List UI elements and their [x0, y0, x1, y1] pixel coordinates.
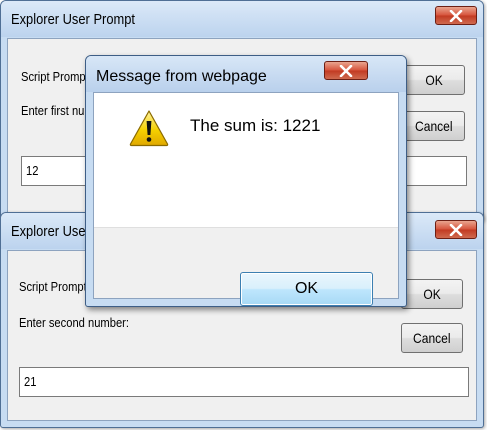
close-button[interactable]: [435, 6, 477, 25]
message-text: The sum is: 1221: [190, 116, 321, 135]
warning-icon: [129, 110, 169, 147]
ok-button[interactable]: OK: [401, 279, 463, 309]
cancel-button[interactable]: Cancel: [403, 111, 465, 141]
prompt-instruction: Enter first num: [21, 103, 94, 118]
second-number-input[interactable]: 21: [19, 367, 469, 397]
close-button[interactable]: [324, 61, 368, 80]
close-icon: [339, 64, 353, 77]
script-prompt-label: Script Prompt:: [19, 279, 90, 294]
ok-button[interactable]: OK: [403, 65, 465, 95]
cancel-button[interactable]: Cancel: [401, 323, 463, 353]
close-icon: [449, 223, 463, 236]
prompt-instruction: Enter second number:: [19, 315, 129, 330]
script-prompt-label: Script Prompt:: [21, 69, 92, 84]
message-dialog: Message from webpage The sum is: 1221 OK: [85, 55, 407, 307]
ok-button[interactable]: OK: [240, 272, 373, 306]
close-button[interactable]: [435, 220, 477, 239]
close-icon: [449, 9, 463, 22]
message-title: Message from webpage: [96, 68, 267, 85]
prompt-title: Explorer User Prompt: [11, 11, 136, 28]
